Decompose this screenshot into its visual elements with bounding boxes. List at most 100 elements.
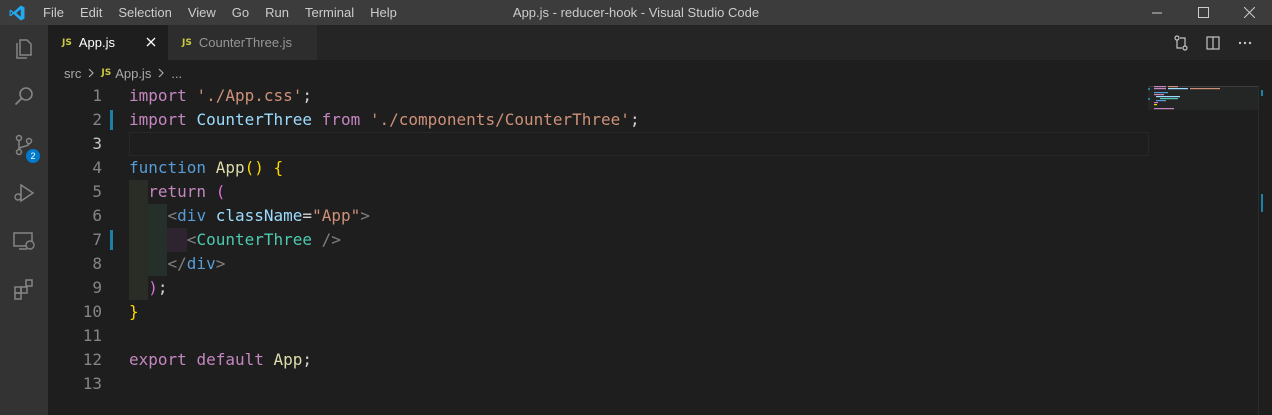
code-text: );: [129, 276, 167, 300]
code-token: <: [167, 206, 178, 225]
tab-counterthree-js[interactable]: JS CounterThree.js: [168, 25, 318, 60]
code-token: return: [148, 182, 207, 201]
line-number: 4: [92, 158, 102, 177]
tab-app-js[interactable]: JS App.js: [48, 25, 168, 60]
code-token: App: [273, 350, 303, 369]
vertical-scrollbar[interactable]: [1258, 86, 1272, 415]
code-line[interactable]: 6 <div className="App">: [48, 204, 1148, 228]
line-number: 1: [92, 86, 102, 105]
run-debug-button[interactable]: [0, 169, 48, 217]
code-line[interactable]: 9 );: [48, 276, 1148, 300]
code-line[interactable]: 7 <CounterThree />: [48, 228, 1148, 252]
code-token: './components/CounterThree': [369, 110, 630, 129]
code-line[interactable]: 1 import './App.css';: [48, 84, 1148, 108]
code-line[interactable]: 5 return (: [48, 180, 1148, 204]
code-token: />: [321, 230, 341, 249]
code-token: (: [215, 182, 226, 201]
code-line[interactable]: 11: [48, 324, 1148, 348]
files-icon: [16, 39, 32, 59]
extensions-button[interactable]: [0, 265, 48, 313]
code-text: <CounterThree />: [129, 228, 341, 252]
code-token: >: [215, 254, 226, 273]
line-number: 5: [92, 182, 102, 201]
code-text: export default App;: [129, 348, 312, 372]
menu-bar: File Edit Selection View Go Run Terminal…: [35, 0, 405, 25]
menu-go[interactable]: Go: [224, 0, 257, 25]
current-line-highlight: [129, 132, 1149, 156]
breadcrumb-folder[interactable]: src: [64, 66, 81, 81]
line-number: 2: [92, 110, 102, 129]
code-line[interactable]: 4 function App() {: [48, 156, 1148, 180]
code-line[interactable]: 10}: [48, 300, 1148, 324]
code-line[interactable]: 2 import CounterThree from './components/…: [48, 108, 1148, 132]
code-text: import CounterThree from './components/C…: [129, 108, 640, 132]
tab-close-button[interactable]: [144, 35, 158, 49]
breadcrumb-file[interactable]: App.js: [115, 66, 151, 81]
minimap[interactable]: [1148, 86, 1258, 415]
code-editor[interactable]: 1 import './App.css'; 2 import CounterThree…: [48, 86, 1272, 415]
code-token: div: [177, 206, 207, 225]
maximize-button[interactable]: [1180, 0, 1226, 25]
js-file-icon: JS: [101, 68, 112, 78]
run-debug-icon: [14, 183, 35, 203]
menu-terminal[interactable]: Terminal: [297, 0, 362, 25]
menu-view[interactable]: View: [180, 0, 224, 25]
breadcrumb-symbol[interactable]: ...: [171, 66, 182, 81]
line-number: 11: [82, 326, 102, 345]
line-number: 6: [92, 206, 102, 225]
code-line[interactable]: 13: [48, 372, 1148, 396]
tab-label: CounterThree.js: [198, 35, 293, 50]
menu-file[interactable]: File: [35, 0, 72, 25]
vscode-logo-icon: [9, 5, 25, 21]
code-token: ;: [302, 350, 313, 369]
minimize-button[interactable]: [1134, 0, 1180, 25]
code-token: CounterThree: [196, 110, 313, 129]
code-line[interactable]: 8 </div>: [48, 252, 1148, 276]
code-token: from: [321, 110, 361, 129]
line-number: 3: [92, 134, 102, 153]
menu-selection[interactable]: Selection: [110, 0, 179, 25]
explorer-button[interactable]: [0, 25, 48, 73]
minimize-icon: [1151, 12, 1162, 14]
gutter-change-marker: [110, 230, 113, 250]
code-text: function App() {: [129, 156, 283, 180]
code-token: className: [215, 206, 303, 225]
line-number: 10: [82, 302, 102, 321]
code-token: =: [302, 206, 313, 225]
line-number: 7: [92, 230, 102, 249]
menu-run[interactable]: Run: [257, 0, 297, 25]
code-token: </: [167, 254, 187, 273]
search-button[interactable]: [0, 73, 48, 121]
menu-edit[interactable]: Edit: [72, 0, 110, 25]
code-line[interactable]: 12 export default App;: [48, 348, 1148, 372]
gutter-change-marker: [110, 110, 113, 130]
code-token: function: [129, 158, 207, 177]
code-token: (): [244, 158, 264, 177]
breadcrumb: src JS App.js ...: [48, 60, 1272, 86]
remote-explorer-button[interactable]: [0, 217, 48, 265]
close-window-button[interactable]: [1226, 0, 1272, 25]
code-token: import: [129, 110, 187, 129]
chevron-right-icon: [157, 68, 165, 78]
activity-bar: 2: [0, 25, 48, 415]
remote-explorer-icon: [13, 232, 35, 250]
code-token: ;: [302, 86, 313, 105]
search-icon: [14, 87, 33, 106]
more-actions-button[interactable]: [1236, 34, 1254, 52]
code-token: "App": [312, 206, 361, 225]
code-line[interactable]: 3: [48, 132, 1149, 156]
code-text: }: [129, 300, 139, 324]
menu-help[interactable]: Help: [362, 0, 405, 25]
split-editor-button[interactable]: [1204, 34, 1222, 52]
close-icon: [146, 37, 156, 47]
open-changes-button[interactable]: [1172, 34, 1190, 52]
source-control-button[interactable]: 2: [0, 121, 48, 169]
code-text: <div className="App">: [129, 204, 370, 228]
